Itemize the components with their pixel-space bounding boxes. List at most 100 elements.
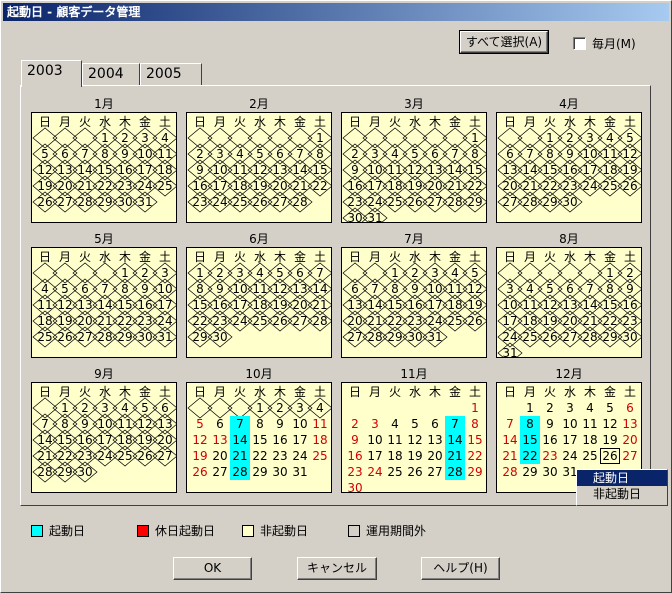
day-cell[interactable]: 16: [345, 178, 365, 194]
day-cell[interactable]: 18: [250, 297, 270, 313]
day-cell[interactable]: 8: [115, 281, 135, 297]
day-cell[interactable]: 8: [520, 416, 540, 432]
day-cell[interactable]: 12: [135, 416, 155, 432]
day-cell[interactable]: 11: [310, 416, 330, 432]
day-cell[interactable]: 29: [115, 329, 135, 345]
day-cell[interactable]: 6: [425, 146, 445, 162]
day-cell[interactable]: 13: [345, 297, 365, 313]
day-cell[interactable]: 17: [155, 297, 175, 313]
day-cell[interactable]: 18: [115, 432, 135, 448]
day-cell[interactable]: 14: [520, 162, 540, 178]
day-cell[interactable]: 30: [405, 329, 425, 345]
day-cell[interactable]: 1: [310, 130, 330, 146]
day-cell[interactable]: 21: [445, 178, 465, 194]
day-cell[interactable]: 27: [560, 329, 580, 345]
day-cell[interactable]: 22: [310, 178, 330, 194]
day-cell[interactable]: 13: [425, 162, 445, 178]
day-cell[interactable]: 12: [465, 281, 485, 297]
day-cell[interactable]: 18: [310, 432, 330, 448]
day-cell[interactable]: 14: [230, 432, 250, 448]
day-cell[interactable]: 30: [345, 480, 365, 492]
day-cell[interactable]: 21: [310, 297, 330, 313]
day-cell[interactable]: 15: [465, 162, 485, 178]
day-cell[interactable]: 12: [270, 281, 290, 297]
day-cell[interactable]: 9: [115, 146, 135, 162]
day-cell[interactable]: 19: [600, 432, 620, 448]
day-cell[interactable]: 30: [135, 329, 155, 345]
day-cell[interactable]: 24: [580, 178, 600, 194]
day-cell[interactable]: 31: [500, 345, 520, 357]
day-cell[interactable]: 3: [425, 265, 445, 281]
day-cell[interactable]: 28: [580, 329, 600, 345]
day-cell[interactable]: 24: [560, 448, 580, 464]
day-cell[interactable]: 7: [445, 146, 465, 162]
day-cell[interactable]: 16: [210, 297, 230, 313]
day-cell[interactable]: 25: [385, 194, 405, 210]
day-cell[interactable]: 25: [445, 313, 465, 329]
day-cell[interactable]: 8: [540, 146, 560, 162]
cancel-button[interactable]: キャンセル: [297, 557, 377, 580]
day-cell[interactable]: 7: [95, 281, 115, 297]
day-cell[interactable]: 22: [115, 313, 135, 329]
day-cell[interactable]: 27: [500, 194, 520, 210]
day-cell[interactable]: 28: [230, 464, 250, 480]
day-cell[interactable]: 11: [115, 416, 135, 432]
day-cell[interactable]: 29: [465, 464, 485, 480]
day-cell[interactable]: 19: [250, 178, 270, 194]
day-cell[interactable]: 13: [55, 162, 75, 178]
day-cell[interactable]: 25: [600, 178, 620, 194]
day-cell[interactable]: 31: [425, 329, 445, 345]
day-cell[interactable]: 27: [155, 448, 175, 464]
day-cell[interactable]: 26: [405, 194, 425, 210]
day-cell[interactable]: 20: [270, 178, 290, 194]
day-cell[interactable]: 17: [580, 162, 600, 178]
day-cell[interactable]: 23: [620, 313, 640, 329]
day-cell[interactable]: 15: [95, 162, 115, 178]
day-cell[interactable]: 17: [425, 297, 445, 313]
day-cell[interactable]: 30: [270, 464, 290, 480]
day-cell[interactable]: 8: [600, 281, 620, 297]
day-cell[interactable]: 12: [540, 297, 560, 313]
day-cell[interactable]: 3: [95, 400, 115, 416]
day-cell[interactable]: 17: [230, 297, 250, 313]
day-cell[interactable]: 29: [520, 464, 540, 480]
day-cell[interactable]: 17: [95, 432, 115, 448]
day-cell[interactable]: 1: [250, 400, 270, 416]
day-cell[interactable]: 30: [345, 210, 365, 222]
day-cell[interactable]: 10: [500, 297, 520, 313]
day-cell[interactable]: 18: [445, 297, 465, 313]
day-cell[interactable]: 13: [210, 432, 230, 448]
day-cell[interactable]: 26: [250, 194, 270, 210]
day-cell[interactable]: 2: [405, 265, 425, 281]
day-cell[interactable]: 24: [365, 464, 385, 480]
day-cell[interactable]: 13: [500, 162, 520, 178]
day-cell[interactable]: 21: [445, 448, 465, 464]
day-cell[interactable]: 20: [55, 178, 75, 194]
day-cell[interactable]: 6: [55, 146, 75, 162]
day-cell[interactable]: 25: [155, 178, 175, 194]
day-cell[interactable]: 24: [210, 194, 230, 210]
day-cell[interactable]: 28: [445, 464, 465, 480]
day-cell[interactable]: 2: [135, 265, 155, 281]
tab-2004[interactable]: 2004: [82, 63, 140, 85]
day-cell[interactable]: 14: [290, 162, 310, 178]
day-cell[interactable]: 18: [155, 162, 175, 178]
day-cell[interactable]: 1: [55, 400, 75, 416]
day-cell[interactable]: 7: [310, 265, 330, 281]
day-cell[interactable]: 4: [600, 130, 620, 146]
day-cell[interactable]: 10: [95, 416, 115, 432]
menu-item-startup-day[interactable]: 起動日: [577, 470, 667, 486]
day-cell[interactable]: 14: [35, 432, 55, 448]
day-cell[interactable]: 23: [115, 178, 135, 194]
day-cell[interactable]: 20: [560, 313, 580, 329]
day-cell[interactable]: 3: [230, 265, 250, 281]
day-cell[interactable]: 20: [620, 432, 640, 448]
day-cell[interactable]: 25: [310, 448, 330, 464]
day-cell[interactable]: 4: [115, 400, 135, 416]
select-all-button[interactable]: すべて選択(A): [459, 30, 549, 54]
day-cell[interactable]: 11: [385, 162, 405, 178]
day-cell[interactable]: 13: [75, 297, 95, 313]
day-cell[interactable]: 31: [155, 329, 175, 345]
day-cell[interactable]: 16: [75, 432, 95, 448]
day-cell[interactable]: 29: [95, 194, 115, 210]
